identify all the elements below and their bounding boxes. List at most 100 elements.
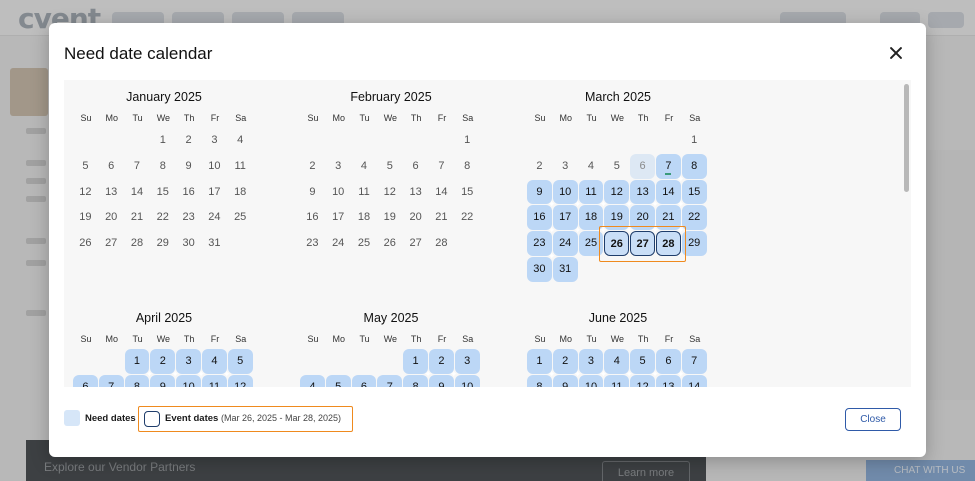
weekday-header: Th [637,334,649,344]
calendar-day[interactable]: 13 [403,180,428,205]
calendar-day[interactable]: 7 [681,349,707,374]
calendar-day[interactable]: 9 [176,154,201,179]
calendar-day[interactable]: 16 [300,205,325,230]
calendar-day[interactable]: 10 [202,154,227,179]
range-connector-icon: ✦ [548,225,556,236]
calendar-scroll-area[interactable]: January 2025 Su Mo Tu We Th Fr Sa 1 2 3 4 5 6 7 8 9 10 11 1… [64,80,911,387]
calendar-day[interactable]: 14 [429,180,454,205]
calendar-day[interactable]: 2 [176,128,201,153]
calendar-day[interactable]: 16 [176,180,201,205]
calendar-day[interactable]: 29 [150,231,175,256]
calendar-day[interactable]: 3 [454,349,480,374]
calendar-day[interactable]: 8 [681,153,707,179]
calendar-day[interactable]: 6 [99,154,124,179]
calendar-day[interactable]: 3 [326,154,351,179]
range-connector-icon: ✦ [145,368,154,379]
calendar-day[interactable]: 5 [73,154,98,179]
calendar-day[interactable]: 30 [176,231,201,256]
weekday-header: Su [80,113,92,123]
calendar-day[interactable]: 21 [429,205,454,230]
calendar-day[interactable]: 5 [377,154,402,179]
calendar-day[interactable]: 3 [553,154,578,179]
calendar-day[interactable]: 17 [326,205,351,230]
calendar-day[interactable]: 6 [73,374,98,387]
calendar-day[interactable]: 25 [228,205,253,230]
calendar-day[interactable]: 20 [403,205,428,230]
calendar-day[interactable]: 12 [73,180,98,205]
calendar-day[interactable]: 7 [429,154,454,179]
calendar-day[interactable]: 1 [682,128,707,153]
calendar-day[interactable]: 6 [351,374,377,387]
calendar-day[interactable]: 22 [455,205,480,230]
calendar-day[interactable]: 23 [300,231,325,256]
calendar-day[interactable]: 12 [377,180,402,205]
calendar-day[interactable]: 26 [73,231,98,256]
calendar-day[interactable]: 31 [202,231,227,256]
calendar-day[interactable]: 15 [150,180,175,205]
range-connector-icon: ✦ [677,199,685,210]
weekday-header: Fr [437,113,447,123]
calendar-day[interactable]: 7 [377,374,403,387]
calendar-day[interactable]: 19 [377,205,402,230]
calendar-day[interactable]: 13 [99,180,124,205]
weekday-header: Sa [462,113,474,123]
calendar-day[interactable]: 22 [150,205,175,230]
calendar-day[interactable]: 12 [227,374,253,387]
calendar-day[interactable]: 8 [455,154,480,179]
calendar-day[interactable]: 2 [527,154,552,179]
calendar-day[interactable]: 4 [228,128,253,153]
calendar-day[interactable]: 21 [125,205,150,230]
calendar-day[interactable]: 26 [377,231,402,256]
calendar-day[interactable]: 4 [300,374,325,387]
calendar-day[interactable]: 8 [150,154,175,179]
calendar-day[interactable]: 6 [630,153,655,179]
calendar-day[interactable]: 14 [681,374,707,387]
calendar-day[interactable]: 25 [352,231,377,256]
calendar-day[interactable]: 1 [455,128,480,153]
range-connector-icon: ✦ [651,368,659,379]
calendar-day[interactable]: 18 [228,180,253,205]
weekday-header: Su [80,334,92,344]
need-dates-swatch [64,410,80,426]
calendar-day[interactable]: 4 [352,154,377,179]
close-button[interactable]: Close [845,408,901,431]
legend-event-dates: Event dates (Mar 26, 2025 - Mar 28, 2025… [138,406,353,432]
weekday-header: Tu [132,113,143,123]
calendar-day[interactable]: 10 [326,180,351,205]
calendar-day[interactable]: 17 [202,180,227,205]
weekday-header: Su [307,334,319,344]
weekday-header: Tu [359,113,370,123]
scrollbar-thumb[interactable] [904,84,909,192]
calendar-day[interactable]: 1 [150,128,175,153]
calendar-day[interactable]: 11 [228,154,253,179]
calendar-day[interactable]: 28 [125,231,150,256]
calendar-day[interactable]: 5 [325,374,351,387]
calendar-day[interactable]: 7 [98,374,124,387]
calendar-day[interactable]: 24 [326,231,351,256]
calendar-day[interactable]: 3 [202,128,227,153]
calendar-day[interactable]: 28 [429,231,454,256]
calendar-day[interactable]: 20 [99,205,124,230]
calendar-day[interactable]: 11 [352,180,377,205]
calendar-day[interactable]: 15 [455,180,480,205]
calendar-day[interactable]: 5 [227,349,253,374]
calendar-day[interactable]: 31 [552,257,578,282]
calendar-day[interactable]: 10 [454,374,480,387]
calendar-day[interactable]: 4 [579,154,604,179]
calendar-day[interactable]: 14 [125,180,150,205]
calendar-day[interactable]: 19 [73,205,98,230]
calendar-day[interactable]: 5 [604,154,629,179]
scrollbar[interactable] [904,84,909,384]
close-icon[interactable] [888,45,904,61]
calendar-day[interactable]: 27 [99,231,124,256]
calendar-day[interactable]: 6 [403,154,428,179]
calendar-day[interactable]: 7 [125,154,150,179]
range-connector-icon: ✦ [573,199,582,210]
calendar-day[interactable]: 24 [202,205,227,230]
calendar-day[interactable]: 9 [300,180,325,205]
calendar-day[interactable]: 27 [403,231,428,256]
calendar-day[interactable]: 18 [352,205,377,230]
calendar-day[interactable]: 15 [681,179,707,205]
calendar-day[interactable]: 23 [176,205,201,230]
calendar-day[interactable]: 2 [300,154,325,179]
